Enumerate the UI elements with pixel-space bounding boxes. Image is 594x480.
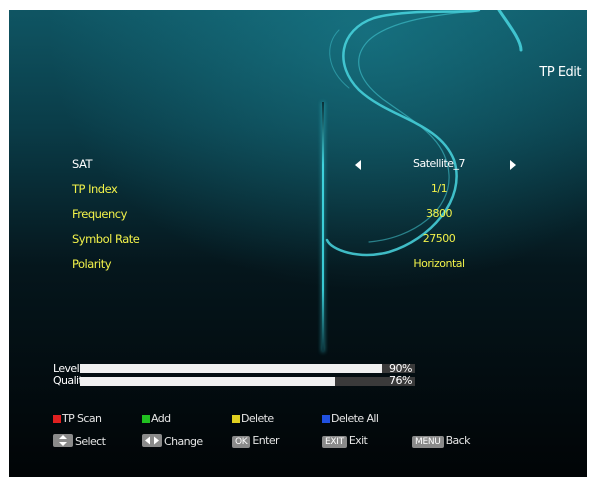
field-label-sat[interactable]: SAT [72, 157, 93, 171]
left-right-icon [142, 434, 162, 447]
change-key[interactable]: Change [142, 434, 203, 448]
enter-label: Enter [252, 434, 279, 447]
select-label: Select [75, 435, 106, 448]
exit-key[interactable]: EXIT Exit [322, 434, 368, 448]
field-label-frequency[interactable]: Frequency [72, 207, 127, 221]
field-value-tp-index[interactable]: 1/1 [339, 182, 539, 195]
exit-key-icon: EXIT [322, 436, 347, 448]
yellow-key-icon [232, 415, 240, 423]
quality-value: 76% [389, 374, 412, 387]
field-value-symbol-rate[interactable]: 27500 [339, 232, 539, 245]
delete-all-key[interactable]: Delete All [322, 412, 379, 425]
green-key-icon [142, 415, 150, 423]
blue-key-icon [322, 415, 330, 423]
back-key[interactable]: MENU Back [412, 434, 470, 448]
exit-label: Exit [348, 434, 368, 447]
page-title: TP Edit [539, 65, 581, 80]
delete-label: Delete [241, 412, 274, 425]
tp-edit-screen: TP Edit SAT Satellite_7 TP Index 1/1 Fre… [9, 10, 587, 477]
delete-key[interactable]: Delete [232, 412, 274, 425]
field-label-tp-index[interactable]: TP Index [72, 182, 118, 196]
quality-label: Qualit [53, 374, 83, 387]
menu-key-icon: MENU [412, 436, 444, 448]
up-down-icon [53, 434, 73, 447]
level-bar-fill [80, 364, 382, 373]
field-label-polarity[interactable]: Polarity [72, 257, 112, 271]
vertical-divider [322, 102, 324, 352]
field-value-sat[interactable]: Satellite_7 [339, 157, 539, 170]
add-key[interactable]: Add [142, 412, 171, 425]
tp-scan-key[interactable]: TP Scan [53, 412, 102, 425]
tp-scan-label: TP Scan [62, 412, 102, 425]
select-key[interactable]: Select [53, 434, 106, 448]
field-label-symbol-rate[interactable]: Symbol Rate [72, 232, 140, 246]
field-value-polarity[interactable]: Horizontal [339, 257, 539, 270]
ok-key-icon: OK [232, 436, 251, 448]
back-label: Back [445, 434, 471, 447]
add-label: Add [151, 412, 171, 425]
level-bar [80, 364, 415, 373]
change-label: Change [164, 435, 203, 448]
arrow-right-icon[interactable] [510, 160, 516, 170]
quality-bar [80, 377, 415, 386]
enter-key[interactable]: OK Enter [232, 434, 280, 448]
red-key-icon [53, 415, 61, 423]
quality-bar-fill [80, 377, 335, 386]
field-value-frequency[interactable]: 3800 [339, 207, 539, 220]
delete-all-label: Delete All [331, 412, 379, 425]
